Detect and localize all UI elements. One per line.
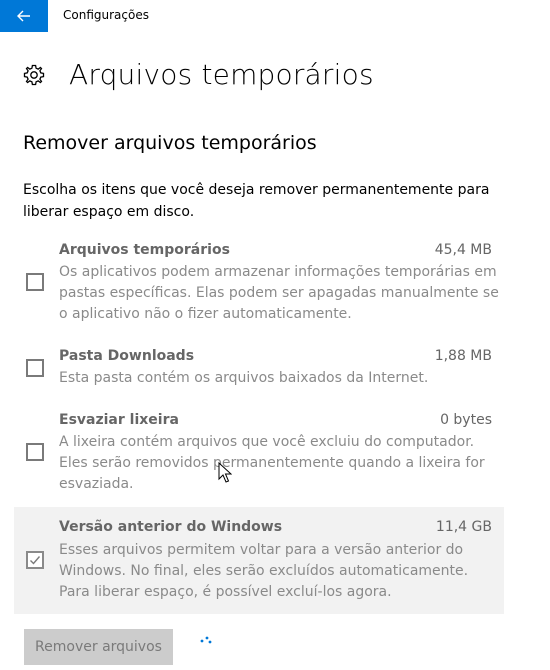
item-name: Esvaziar lixeira — [59, 412, 179, 428]
item-description: Os aplicativos podem armazenar informaçõ… — [59, 264, 499, 322]
back-arrow-icon — [17, 10, 30, 22]
previous-windows-checkbox[interactable] — [26, 551, 44, 569]
item-name: Pasta Downloads — [59, 348, 195, 364]
section-title: Remover arquivos temporários — [23, 132, 317, 154]
title-bar: Configurações — [0, 0, 550, 32]
item-description: A lixeira contém arquivos que você exclu… — [59, 434, 485, 492]
item-size: 11,4 GB — [435, 519, 492, 535]
window-title: Configurações — [63, 8, 149, 22]
checkmark-icon — [30, 556, 41, 565]
mouse-cursor-icon — [218, 462, 232, 483]
loading-dots-icon — [200, 636, 212, 644]
section-description: Escolha os itens que você deseja remover… — [23, 182, 490, 220]
recycle-bin-checkbox[interactable] — [26, 443, 44, 461]
cleanup-item-previous-windows[interactable]: Versão anterior do Windows 11,4 GB Esses… — [14, 507, 504, 614]
item-size: 45,4 MB — [434, 242, 492, 258]
item-size: 0 bytes — [440, 412, 492, 428]
back-button[interactable] — [0, 0, 48, 32]
downloads-checkbox[interactable] — [26, 359, 44, 377]
cleanup-item-downloads[interactable]: Pasta Downloads 1,88 MB Esta pasta conté… — [14, 342, 504, 394]
item-size: 1,88 MB — [434, 348, 492, 364]
cleanup-item-temporary-files[interactable]: Arquivos temporários 45,4 MB Os aplicati… — [14, 236, 504, 331]
item-description: Esta pasta contém os arquivos baixados d… — [59, 370, 429, 386]
item-name: Versão anterior do Windows — [59, 519, 283, 535]
cleanup-item-recycle-bin[interactable]: Esvaziar lixeira 0 bytes A lixeira conté… — [14, 406, 504, 501]
temporary-files-checkbox[interactable] — [26, 273, 44, 291]
item-name: Arquivos temporários — [59, 242, 230, 258]
page-title: Arquivos temporários — [69, 58, 374, 91]
gear-icon — [23, 64, 45, 86]
remove-files-button[interactable]: Remover arquivos — [24, 629, 173, 665]
item-description: Esses arquivos permitem voltar para a ve… — [59, 542, 469, 600]
